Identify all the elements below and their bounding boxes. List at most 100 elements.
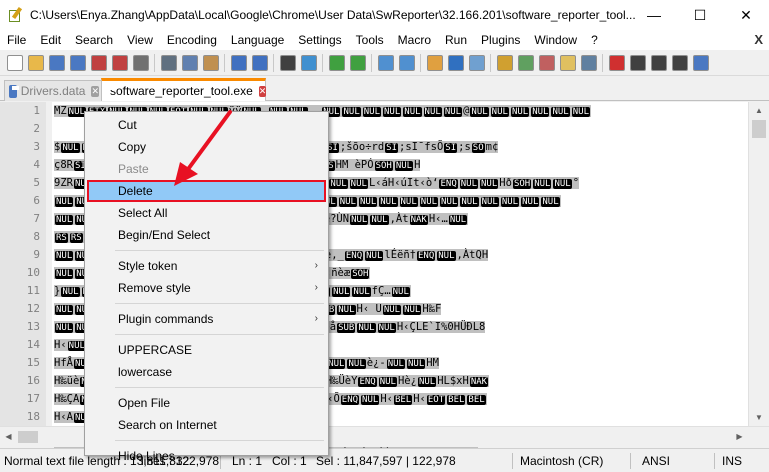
menu-language[interactable]: Language [224,30,291,50]
vertical-scrollbar[interactable]: ▲ ▼ [748,102,769,426]
maximize-button[interactable]: ☐ [677,0,723,30]
control-char-token: NUL [386,359,405,369]
control-char-token: ENQ [439,179,458,189]
folder-workspace-icon[interactable] [559,54,576,71]
menu-edit[interactable]: Edit [33,30,68,50]
find-icon[interactable] [279,54,296,71]
toolbar-separator [420,53,421,72]
tab-close-icon[interactable]: ✕ [91,85,99,97]
control-char-token: SI [385,143,399,153]
zoom-in-icon[interactable] [328,54,345,71]
menu-item-label: Hide Lines [118,449,175,463]
sync-horizontal-icon[interactable] [398,54,415,71]
line-number: 11 [26,284,40,297]
menu-item-label: Delete [118,184,153,198]
status-eol[interactable]: Macintosh (CR) [520,449,603,472]
close-document-icon[interactable]: X [754,32,763,47]
code-text-run: ;šõo÷rd [339,141,385,153]
ctx-open-file[interactable]: Open File [87,392,326,414]
code-text-run: lÉëñ† [384,249,416,261]
menu-window[interactable]: Window [527,30,584,50]
menu-settings[interactable]: Settings [291,30,348,50]
code-text-run: H‹A [54,411,73,423]
code-text-run: HfÅ [54,357,73,369]
open-file-icon[interactable] [27,54,44,71]
code-text-run: ;s [458,141,471,153]
sync-vertical-icon[interactable] [377,54,394,71]
ctx-lowercase[interactable]: lowercase [87,361,326,383]
tab-close-icon[interactable]: ✕ [258,85,267,97]
function-list-icon[interactable] [538,54,555,71]
menu-macro[interactable]: Macro [391,30,438,50]
play-macro-icon[interactable] [650,54,667,71]
ctx-plugin-commands[interactable]: Plugin commands › [87,308,326,330]
control-char-token: NUL [383,107,402,117]
toolbar-separator [322,53,323,72]
doc-map-icon[interactable] [517,54,534,71]
ctx-uppercase[interactable]: UPPERCASE [87,339,326,361]
menu-item-label: Begin/End Select [118,228,211,242]
horizontal-scroll-thumb[interactable] [18,431,38,443]
line-number: 18 [26,410,40,423]
control-char-token: NUL [55,305,74,315]
control-char-token: NUL [55,323,74,333]
ctx-hide-lines[interactable]: Hide Lines [87,445,326,467]
code-text-run: 9ZR [54,177,73,189]
indent-guide-icon[interactable] [468,54,485,71]
word-wrap-icon[interactable] [426,54,443,71]
scroll-up-icon[interactable]: ▲ [749,102,769,119]
menu-tools[interactable]: Tools [349,30,391,50]
control-char-token: NUL [338,197,357,207]
undo-icon[interactable] [230,54,247,71]
paste-icon[interactable] [202,54,219,71]
stop-macro-icon[interactable] [629,54,646,71]
save-macro-icon[interactable] [692,54,709,71]
scroll-left-icon[interactable]: ◀ [0,427,17,447]
all-chars-icon[interactable] [447,54,464,71]
menu-plugins[interactable]: Plugins [474,30,527,50]
ctx-search-internet[interactable]: Search on Internet [87,414,326,436]
status-insert-mode[interactable]: INS [722,449,742,472]
status-encoding[interactable]: ANSI [642,449,670,472]
close-icon[interactable] [90,54,107,71]
copy-icon[interactable] [181,54,198,71]
menu-file[interactable]: File [0,30,33,50]
tab-software-reporter-tool[interactable]: software_reporter_tool.exe ✕ [101,78,267,101]
run-macro-icon[interactable] [671,54,688,71]
vertical-scroll-thumb[interactable] [752,120,766,138]
close-window-button[interactable]: ✕ [723,0,769,30]
monitoring-icon[interactable] [580,54,597,71]
cut-icon[interactable] [160,54,177,71]
control-char-token: NUL [327,359,346,369]
menu-search[interactable]: Search [68,30,120,50]
tab-drivers-data[interactable]: Drivers.data ✕ [4,80,104,101]
record-macro-icon[interactable] [608,54,625,71]
save-all-icon[interactable] [69,54,86,71]
udl-icon[interactable] [496,54,513,71]
menu-run[interactable]: Run [438,30,474,50]
zoom-out-icon[interactable] [349,54,366,71]
control-char-token: NUL [460,197,479,207]
ctx-begin-end-select[interactable]: Begin/End Select [87,224,326,246]
replace-icon[interactable] [300,54,317,71]
menu-view[interactable]: View [120,30,160,50]
control-char-token: NUL [347,359,366,369]
control-char-token: NUL [531,107,550,117]
control-char-token: SO [471,143,485,153]
menu-help[interactable]: ? [584,30,605,50]
save-icon[interactable] [48,54,65,71]
fold-margin[interactable] [46,102,52,426]
annotation-arrow-icon [174,110,232,186]
minimize-button[interactable]: — [631,0,677,30]
ctx-select-all[interactable]: Select All [87,202,326,224]
menu-encoding[interactable]: Encoding [160,30,224,50]
scroll-right-icon[interactable]: ▶ [731,427,748,447]
ctx-remove-style[interactable]: Remove style › [87,277,326,299]
redo-icon[interactable] [251,54,268,71]
ctx-style-token[interactable]: Style token › [87,255,326,277]
new-file-icon[interactable] [6,54,23,71]
scroll-down-icon[interactable]: ▼ [749,409,769,426]
toolbar-separator [224,53,225,72]
print-icon[interactable] [132,54,149,71]
close-all-icon[interactable] [111,54,128,71]
